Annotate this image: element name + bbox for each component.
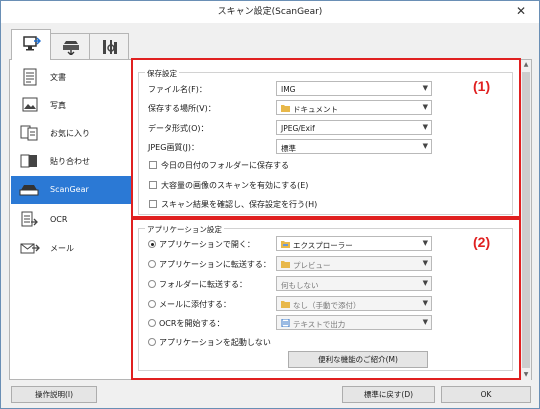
defaults-button[interactable]: 標準に戻す(D): [342, 386, 435, 403]
sidebar-item-scangear[interactable]: ScanGear: [11, 176, 132, 204]
sidebar-item-stitch[interactable]: 貼り合わせ: [11, 147, 132, 175]
scroll-up-icon[interactable]: ▲: [521, 60, 531, 70]
document-icon: [23, 68, 37, 86]
mail-icon: [20, 243, 40, 254]
callout-label-1: (1): [473, 78, 491, 94]
tab-scan-from-computer[interactable]: [11, 29, 51, 60]
stitch-icon: [20, 154, 37, 168]
callout-box-2: [131, 218, 521, 380]
tab-scan-from-panel[interactable]: [50, 33, 90, 59]
tab-general-settings[interactable]: [89, 33, 129, 59]
sidebar-item-label: OCR: [50, 215, 68, 224]
sidebar-item-favorites[interactable]: お気に入り: [11, 119, 132, 147]
vertical-scrollbar[interactable]: ▲ ▼: [521, 60, 531, 380]
window-title: スキャン設定(ScanGear): [217, 7, 323, 17]
favorites-icon: [20, 125, 38, 141]
sidebar-item-document[interactable]: 文書: [11, 63, 132, 91]
sidebar-item-label: 貼り合わせ: [50, 157, 90, 166]
instructions-button[interactable]: 操作説明(I): [11, 386, 97, 403]
sidebar-item-label: 文書: [50, 73, 66, 82]
scan-from-panel-icon: [63, 41, 79, 55]
sidebar-item-ocr[interactable]: OCR: [11, 206, 132, 234]
callout-label-2: (2): [473, 234, 491, 250]
sidebar-item-label: お気に入り: [50, 129, 90, 138]
sidebar-item-mail[interactable]: メール: [11, 234, 132, 262]
title-bar: スキャン設定(ScanGear) ✕: [1, 1, 539, 23]
scroll-down-icon[interactable]: ▼: [521, 370, 531, 380]
close-button[interactable]: ✕: [507, 1, 535, 21]
scangear-icon: [19, 185, 39, 196]
ocr-icon: [21, 211, 38, 227]
sidebar-item-label: ScanGear: [50, 185, 89, 194]
ok-button[interactable]: OK: [441, 386, 531, 403]
photo-icon: [22, 97, 38, 112]
scroll-thumb[interactable]: [522, 72, 530, 368]
callout-box-1: [131, 58, 521, 218]
scan-from-computer-icon: [23, 36, 41, 51]
sidebar-item-label: 写真: [50, 101, 66, 110]
sidebar-item-photo[interactable]: 写真: [11, 91, 132, 119]
sidebar-item-label: メール: [50, 244, 74, 253]
scan-settings-dialog: スキャン設定(ScanGear) ✕ 文書 写真 お気に入り 貼り合わせ Sca…: [0, 0, 540, 409]
general-settings-icon: [103, 40, 117, 54]
